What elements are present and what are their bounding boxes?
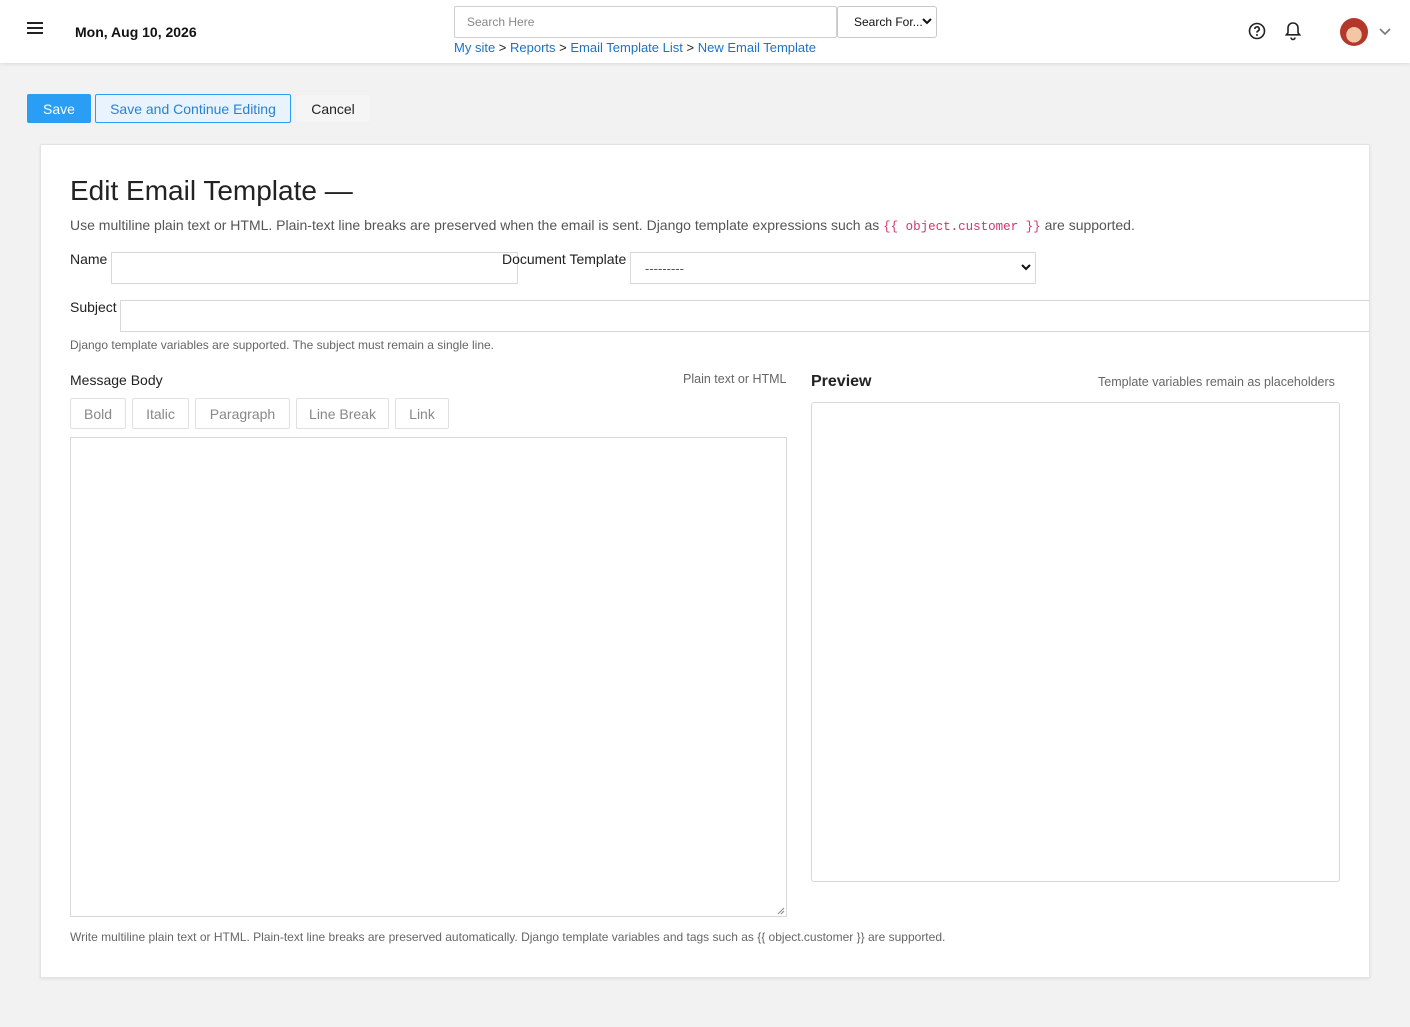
intro-text-after: are supported. — [1044, 217, 1135, 233]
chevron-down-icon[interactable] — [1378, 24, 1392, 38]
breadcrumb-my-site[interactable]: My site — [454, 40, 495, 55]
search-for-label: Search For... — [854, 15, 923, 29]
breadcrumb-separator: > — [498, 40, 507, 55]
subject-label: Subject — [70, 299, 117, 315]
cancel-button[interactable]: Cancel — [295, 94, 371, 123]
preview-hint: Template variables remain as placeholder… — [1098, 375, 1335, 389]
paragraph-button[interactable]: Paragraph — [195, 398, 290, 429]
preview-title: Preview — [811, 373, 872, 390]
breadcrumb-email-template-list[interactable]: Email Template List — [570, 40, 682, 55]
intro-text: Use multiline plain text or HTML. Plain-… — [70, 217, 1135, 234]
email-template-form-card: Edit Email Template — Use multiline plai… — [40, 144, 1370, 978]
name-label: Name — [70, 251, 108, 267]
breadcrumb-new-email-template[interactable]: New Email Template — [698, 40, 816, 55]
document-template-select[interactable]: --------- — [630, 252, 1036, 284]
document-template-label: Document Template — [502, 251, 627, 267]
chevron-down-icon — [922, 18, 932, 25]
current-date: Mon, Aug 10, 2026 — [75, 24, 197, 40]
breadcrumb-separator: > — [559, 40, 567, 55]
chevron-down-icon — [1021, 264, 1031, 271]
top-bar: Mon, Aug 10, 2026 Search For... My site … — [0, 0, 1410, 63]
page-title: Edit Email Template — — [70, 175, 353, 206]
breadcrumb-reports[interactable]: Reports — [510, 40, 556, 55]
name-field[interactable] — [111, 252, 518, 284]
avatar[interactable] — [1340, 18, 1368, 46]
message-body-format: Plain text or HTML — [683, 372, 787, 386]
search-for-select[interactable]: Search For... — [837, 6, 937, 38]
menu-icon[interactable] — [27, 22, 45, 40]
subject-field[interactable] — [120, 300, 1369, 332]
save-button[interactable]: Save — [27, 94, 91, 123]
help-icon[interactable] — [1248, 22, 1266, 40]
line-break-button[interactable]: Line Break — [296, 398, 389, 429]
italic-button[interactable]: Italic — [132, 398, 189, 429]
preview-panel — [811, 402, 1340, 882]
intro-code: {{ object.customer }} — [883, 220, 1041, 234]
save-and-continue-button[interactable]: Save and Continue Editing — [95, 94, 291, 123]
message-body-textarea[interactable] — [70, 437, 787, 917]
message-body-label: Message Body — [70, 372, 163, 388]
bell-icon[interactable] — [1284, 21, 1302, 41]
message-body-hint: Write multiline plain text or HTML. Plai… — [70, 930, 946, 944]
subject-hint: Django template variables are supported.… — [70, 338, 495, 352]
bold-button[interactable]: Bold — [70, 398, 126, 429]
resize-handle-icon[interactable] — [777, 907, 785, 915]
breadcrumb: My site > Reports > Email Template List … — [454, 40, 816, 55]
breadcrumb-separator: > — [686, 40, 695, 55]
link-button[interactable]: Link — [395, 398, 449, 429]
document-template-value: --------- — [645, 260, 684, 276]
search-input[interactable] — [454, 6, 837, 38]
intro-text-before: Use multiline plain text or HTML. Plain-… — [70, 217, 880, 233]
